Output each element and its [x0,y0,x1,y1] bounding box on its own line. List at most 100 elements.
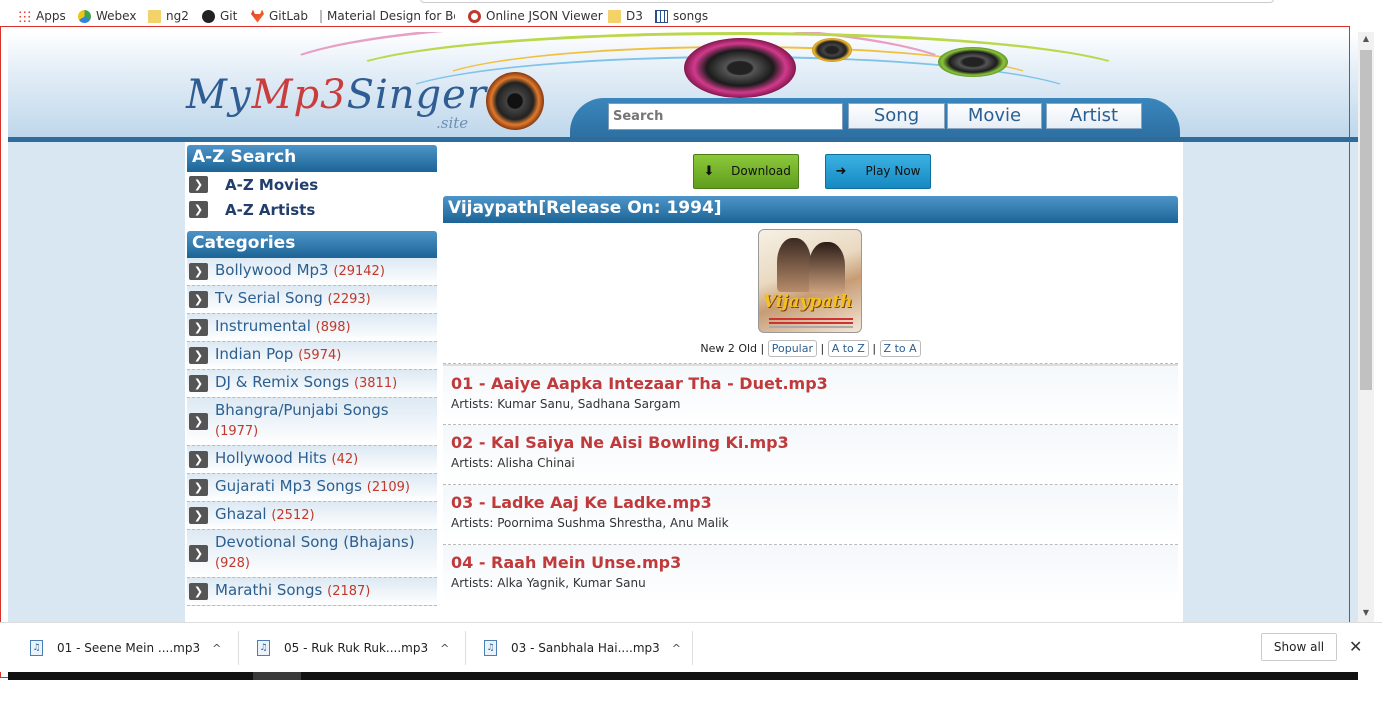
category-count: (928) [215,556,250,571]
category-count: (3811) [353,376,398,391]
az-artists-link[interactable]: ❯ A-Z Artists [187,197,437,222]
chevron-right-icon: ❯ [189,176,208,193]
logo-text-my: My [186,72,252,118]
audio-file-icon: ♫ [257,640,270,656]
category-item[interactable]: ❯ Devotional Song (Bhajans) (928) [187,530,437,578]
category-item[interactable]: ❯ Marathi Songs (2187) [187,578,437,606]
chevron-right-icon: ❯ [189,262,208,280]
chevron-right-icon: ❯ [189,412,208,430]
close-icon[interactable]: ✕ [1349,637,1362,656]
category-list: ❯ Bollywood Mp3 (29142) ❯ Tv Serial Song (… [187,258,437,606]
album-cover-area: Vijaypath [443,223,1178,335]
logo-subtext: .site [436,114,469,132]
bookmarks-bar: Apps Webex ng2 Git GitLab Material Desig… [0,0,1382,26]
track-list: 01 - Aaiye Aapka Intezaar Tha - Duet.mp3… [443,363,1178,604]
category-item[interactable]: ❯ Bollywood Mp3 (29142) [187,258,437,286]
track-item[interactable]: 04 - Raah Mein Unse.mp3 Artists: Alka Ya… [443,544,1178,604]
site-logo[interactable]: MyMp3Singer [186,72,487,118]
sort-popular[interactable]: Popular [767,340,817,357]
search-artist-button[interactable]: Artist [1046,103,1142,129]
bookmark-webex[interactable]: Webex [78,9,136,23]
az-artists-label: A-Z Artists [225,200,316,219]
webex-icon [78,9,91,23]
category-item[interactable]: ❯ Ghazal (2512) [187,502,437,530]
downloads-bar: ♫ 01 - Seene Mein ....mp3 ^ ♫ 05 - Ruk R… [0,622,1382,672]
audio-file-icon: ♫ [30,640,43,656]
logo-text-singer: Singer [346,72,487,118]
az-search-heading: A-Z Search [187,145,437,172]
audio-file-icon: ♫ [484,640,497,656]
download-label: Download [731,164,791,178]
category-item[interactable]: ❯ Hollywood Hits (42) [187,446,437,474]
speaker-graphic [684,38,796,98]
search-movie-button[interactable]: Movie [947,103,1042,129]
speaker-graphic [486,72,544,130]
page-icon [320,9,322,23]
chevron-right-icon: ❯ [189,318,208,336]
download-filename: 05 - Ruk Ruk Ruk....mp3 [284,641,429,655]
scroll-thumb[interactable] [1360,50,1372,390]
track-title[interactable]: 01 - Aaiye Aapka Intezaar Tha - Duet.mp3 [451,374,1170,393]
category-name: Indian Pop [215,345,294,363]
category-item[interactable]: ❯ Gujarati Mp3 Songs (2109) [187,474,437,502]
action-buttons: ⬇ Download ➜ Play Now [443,145,1178,193]
sort-a-to-z[interactable]: A to Z [827,340,869,357]
bookmark-material-design[interactable]: Material Design for Bo [320,9,455,23]
bookmark-ng2[interactable]: ng2 [148,9,189,23]
category-item[interactable]: ❯ Indian Pop (5974) [187,342,437,370]
download-button[interactable]: ⬇ Download [693,154,799,189]
play-label: Play Now [865,164,921,178]
track-item[interactable]: 02 - Kal Saiya Ne Aisi Bowling Ki.mp3 Ar… [443,424,1178,484]
bookmark-label: D3 [626,9,643,23]
bookmark-git[interactable]: Git [202,9,237,23]
download-item[interactable]: ♫ 01 - Seene Mein ....mp3 ^ [30,633,221,663]
bookmark-label: GitLab [269,9,308,23]
track-item[interactable]: 03 - Ladke Aaj Ke Ladke.mp3 Artists: Poo… [443,484,1178,544]
chevron-up-icon[interactable]: ^ [672,642,681,655]
chevron-right-icon: ❯ [189,450,208,468]
track-artists: Artists: Alisha Chinai [451,456,575,470]
scroll-down-arrow-icon[interactable]: ▼ [1358,608,1374,620]
gitlab-icon [251,9,264,23]
cover-title: Vijaypath [763,292,853,312]
bookmark-apps[interactable]: Apps [18,9,66,23]
bookmark-gitlab[interactable]: GitLab [251,9,308,23]
apps-grid-icon [18,9,31,23]
categories-heading: Categories [187,231,437,258]
chevron-up-icon[interactable]: ^ [440,642,449,655]
category-count: (2293) [327,292,371,307]
track-title[interactable]: 02 - Kal Saiya Ne Aisi Bowling Ki.mp3 [451,433,1170,452]
category-item[interactable]: ❯ Instrumental (898) [187,314,437,342]
search-input[interactable] [608,103,843,130]
chevron-up-icon[interactable]: ^ [212,642,221,655]
download-item[interactable]: ♫ 05 - Ruk Ruk Ruk....mp3 ^ [257,633,449,663]
sort-current: New 2 Old [700,342,758,355]
play-arrow-icon: ➜ [835,164,847,179]
sort-z-to-a[interactable]: Z to A [879,340,921,357]
search-song-button[interactable]: Song [848,103,945,129]
bookmark-songs[interactable]: songs [655,9,708,23]
category-item[interactable]: ❯ Tv Serial Song (2293) [187,286,437,314]
category-name: Ghazal [215,505,267,523]
page-scrollbar[interactable]: ▲ ▼ [1358,32,1374,622]
track-item[interactable]: 01 - Aaiye Aapka Intezaar Tha - Duet.mp3… [443,364,1178,424]
bookmark-label: Git [220,9,238,23]
show-all-button[interactable]: Show all [1261,633,1337,661]
bookmark-json-viewer[interactable]: Online JSON Viewer [468,9,603,23]
download-arrow-icon: ⬇ [703,164,715,179]
download-item[interactable]: ♫ 03 - Sanbhala Hai....mp3 ^ [484,633,681,663]
category-item[interactable]: ❯ Bhangra/Punjabi Songs (1977) [187,398,437,446]
bookmark-d3[interactable]: D3 [608,9,643,23]
play-now-button[interactable]: ➜ Play Now [825,154,931,189]
scroll-up-arrow-icon[interactable]: ▲ [1358,34,1374,46]
track-title[interactable]: 03 - Ladke Aaj Ke Ladke.mp3 [451,493,1170,512]
track-title[interactable]: 04 - Raah Mein Unse.mp3 [451,553,1170,572]
chevron-right-icon: ❯ [189,201,208,218]
category-name: Gujarati Mp3 Songs [215,477,362,495]
chevron-right-icon: ❯ [189,506,208,524]
az-movies-link[interactable]: ❯ A-Z Movies [187,172,437,197]
category-name: Marathi Songs [215,581,323,599]
track-artists: Artists: Poornima Sushma Shrestha, Anu M… [451,516,729,530]
category-count: (898) [315,320,351,335]
category-item[interactable]: ❯ DJ & Remix Songs (3811) [187,370,437,398]
